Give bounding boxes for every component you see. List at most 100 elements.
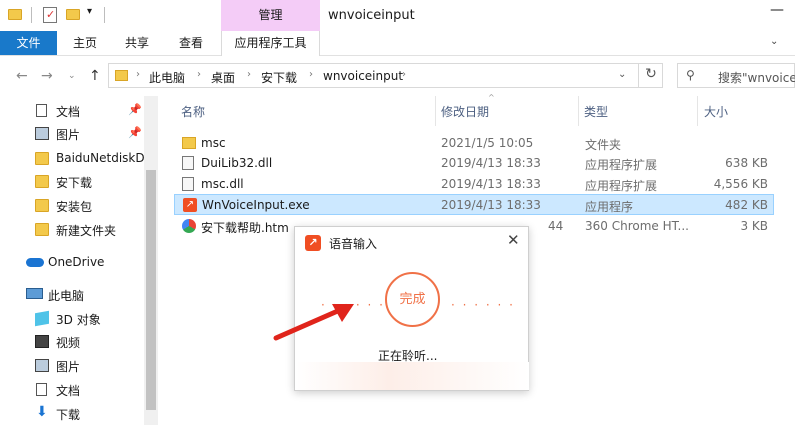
sidebar-item-installers[interactable]: 安装包 [0, 195, 144, 217]
file-size: 638 KB [725, 156, 768, 170]
search-box[interactable]: ⚲ 搜索"wnvoiceinput" [677, 63, 795, 88]
forward-arrow-icon[interactable]: → [41, 68, 53, 84]
expand-ribbon-icon[interactable]: ⌄ [770, 36, 778, 47]
computer-icon [26, 288, 43, 299]
sidebar-item-3d-objects[interactable]: 3D 对象 [0, 308, 144, 330]
picture-icon [35, 127, 49, 140]
dll-icon [182, 156, 194, 170]
ribbon-tabs: 文件 主页 共享 查看 应用程序工具 ⌄ [0, 31, 795, 56]
exe-icon: ↗ [183, 198, 197, 212]
sidebar-item-videos[interactable]: 视频 [0, 331, 144, 353]
sidebar-item-downloads[interactable]: ⬇ 下载 [0, 403, 144, 425]
sidebar-item-label: 此电脑 [48, 289, 85, 303]
sidebar-item-documents-2[interactable]: 文档 [0, 379, 144, 401]
recent-locations-icon[interactable]: ⌄ [68, 71, 76, 81]
column-header-date[interactable]: 修改日期 [441, 103, 489, 120]
download-icon: ⬇ [36, 404, 48, 420]
sidebar-item-documents[interactable]: 文档 📌 [0, 100, 144, 122]
context-tab-manage[interactable]: 管理 [221, 0, 320, 31]
new-folder-icon[interactable] [66, 9, 80, 20]
minimize-button[interactable]: — [770, 2, 784, 18]
video-icon [35, 335, 49, 348]
sidebar-item-onedrive[interactable]: OneDrive [0, 252, 144, 274]
chevron-right-icon[interactable]: › [136, 69, 140, 80]
dll-icon [182, 177, 194, 191]
file-date: 2019/4/13 18:33 [441, 198, 541, 212]
customize-qat-icon[interactable]: ▾ [87, 6, 92, 17]
tab-file[interactable]: 文件 [0, 31, 57, 55]
document-icon [36, 383, 47, 396]
back-arrow-icon[interactable]: ← [16, 68, 28, 84]
done-button[interactable]: 完成 [385, 272, 440, 327]
sidebar-item-this-pc[interactable]: 此电脑 [0, 284, 144, 306]
search-icon: ⚲ [686, 68, 695, 82]
breadcrumb-desktop[interactable]: 桌面 [211, 69, 235, 86]
onedrive-icon [26, 258, 44, 267]
breadcrumb-anxiazai[interactable]: 安下载 [261, 69, 297, 86]
3d-objects-icon [35, 310, 49, 327]
folder-icon [35, 175, 49, 188]
annotation-arrow [273, 304, 354, 341]
chevron-right-icon[interactable]: › [309, 69, 313, 80]
chevron-right-icon[interactable]: › [402, 69, 406, 80]
file-type: 应用程序 [585, 200, 634, 214]
file-size: 4,556 KB [713, 177, 768, 191]
file-type: 应用程序扩展 [585, 158, 658, 172]
app-logo-icon: ↗ [305, 235, 321, 251]
breadcrumb-wnvoiceinput[interactable]: wnvoiceinput [323, 69, 403, 83]
file-date: 2021/1/5 10:05 [441, 136, 534, 150]
file-type: 360 Chrome HT... [585, 219, 689, 233]
folder-icon [115, 70, 128, 81]
file-size: 3 KB [740, 219, 768, 233]
sidebar-item-label: 新建文件夹 [56, 224, 117, 238]
tab-home[interactable]: 主页 [62, 31, 108, 55]
file-row-msc[interactable]: msc 2021/1/5 10:05 文件夹 [174, 133, 774, 154]
sidebar-item-label: OneDrive [48, 255, 105, 269]
listening-status: 正在聆听... [378, 349, 438, 363]
tab-view[interactable]: 查看 [168, 31, 214, 55]
refresh-icon: ↻ [645, 66, 657, 82]
sidebar-item-pictures[interactable]: 图片 📌 [0, 123, 144, 145]
chevron-right-icon[interactable]: › [197, 69, 201, 80]
sidebar-item-label: 文档 [56, 105, 81, 119]
file-name: WnVoiceInput.exe [202, 198, 310, 212]
sidebar-item-new-folder[interactable]: 新建文件夹 [0, 219, 144, 241]
folder-icon [35, 199, 49, 212]
file-row-msc-dll[interactable]: msc.dll 2019/4/13 18:33 应用程序扩展 4,556 KB [174, 174, 774, 195]
pin-icon[interactable]: 📌 [128, 103, 142, 116]
search-placeholder: 搜索"wnvoiceinput" [718, 71, 795, 85]
sidebar-item-label: 下载 [56, 408, 81, 422]
properties-icon[interactable]: ✓ [43, 7, 57, 23]
folder-icon [35, 223, 49, 236]
sidebar-item-label: 视频 [56, 336, 81, 350]
close-icon[interactable]: ✕ [507, 231, 520, 249]
file-row-wnvoiceinput-exe[interactable]: ↗ WnVoiceInput.exe 2019/4/13 18:33 应用程序 … [174, 194, 774, 215]
refresh-button[interactable]: ↻ [638, 63, 663, 88]
tab-app-tools[interactable]: 应用程序工具 [221, 31, 320, 56]
column-header-size[interactable]: 大小 [704, 103, 728, 120]
sidebar-item-pictures-2[interactable]: 图片 [0, 355, 144, 377]
sidebar-item-anxiazai[interactable]: 安下载 [0, 171, 144, 193]
sidebar-item-baidunetdisk[interactable]: BaiduNetdiskD [0, 148, 144, 170]
breadcrumb-this-pc[interactable]: 此电脑 [149, 69, 185, 86]
column-header-name[interactable]: 名称 [181, 103, 205, 120]
column-divider[interactable] [697, 96, 698, 126]
file-row-duilib[interactable]: DuiLib32.dll 2019/4/13 18:33 应用程序扩展 638 … [174, 153, 774, 174]
column-divider[interactable] [435, 96, 436, 126]
sidebar-item-label: 图片 [56, 128, 81, 142]
address-bar[interactable]: › 此电脑 › 桌面 › 安下载 › wnvoiceinput › ⌄ [108, 63, 663, 88]
sidebar-item-label: 3D 对象 [56, 313, 101, 327]
chevron-right-icon[interactable]: › [247, 69, 251, 80]
column-header-type[interactable]: 类型 [584, 103, 608, 120]
file-name: 安下载帮助.htm [201, 221, 289, 235]
column-divider[interactable] [578, 96, 579, 126]
address-dropdown-icon[interactable]: ⌄ [618, 69, 626, 80]
up-arrow-icon[interactable]: ↑ [89, 68, 101, 84]
folder-icon [35, 152, 49, 165]
dialog-footer-decoration [296, 362, 529, 390]
tab-share[interactable]: 共享 [114, 31, 160, 55]
sidebar-item-label: 文档 [56, 384, 81, 398]
sidebar-scroll-thumb[interactable] [146, 170, 156, 410]
file-name: DuiLib32.dll [201, 156, 273, 170]
pin-icon[interactable]: 📌 [128, 126, 142, 139]
